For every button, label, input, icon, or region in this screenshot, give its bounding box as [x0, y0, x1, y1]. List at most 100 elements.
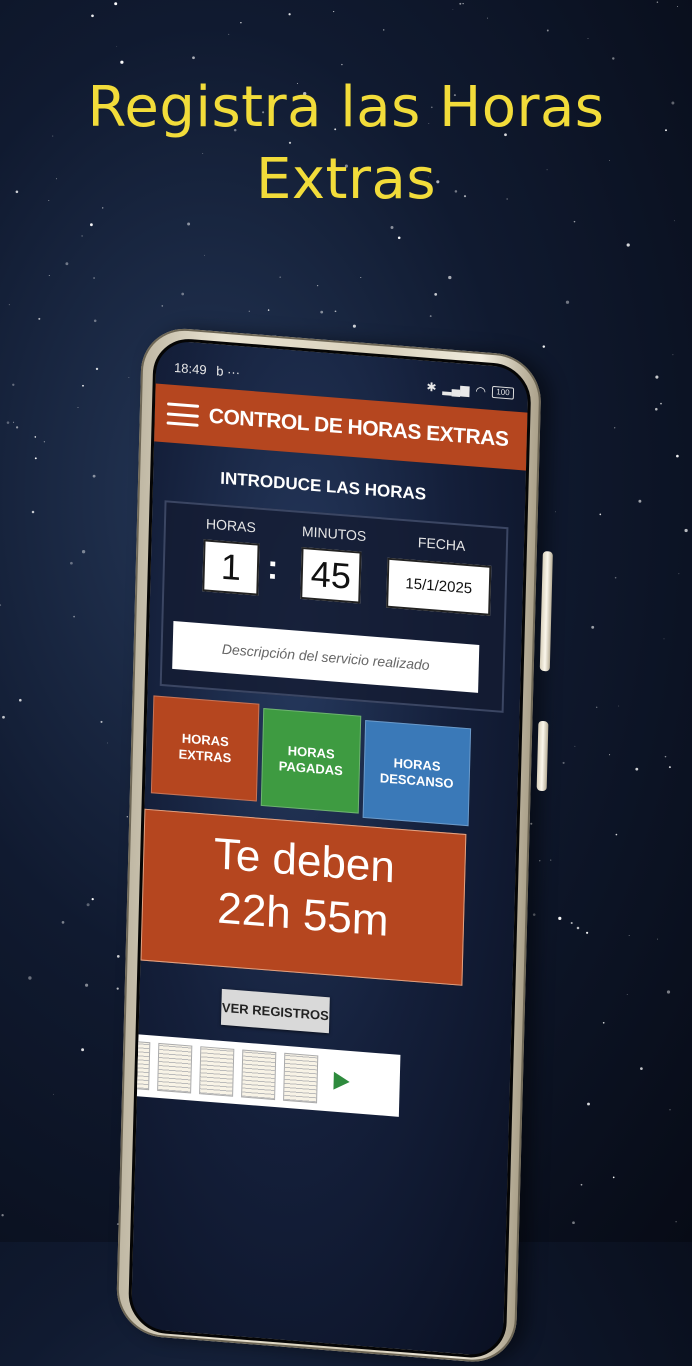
star — [655, 375, 659, 379]
star — [666, 990, 671, 994]
star — [573, 220, 576, 223]
app-title: CONTROL DE HORAS EXTRAS — [208, 404, 509, 452]
ad-play-icon[interactable] — [333, 1071, 350, 1091]
star — [65, 262, 69, 266]
star — [655, 407, 658, 411]
hours-input[interactable]: 1 — [202, 539, 260, 596]
star — [668, 766, 671, 769]
star — [38, 317, 41, 320]
star — [61, 921, 65, 924]
star — [684, 528, 688, 533]
star — [77, 407, 79, 408]
star — [86, 903, 90, 907]
star — [128, 377, 130, 378]
star — [638, 499, 642, 503]
star — [81, 235, 83, 237]
star — [676, 454, 679, 458]
star — [678, 573, 680, 575]
star — [85, 983, 89, 987]
status-notification: b ··· — [216, 362, 241, 380]
ad-banner[interactable] — [127, 1031, 401, 1117]
star — [267, 309, 270, 311]
star — [82, 384, 84, 387]
power-button — [536, 720, 549, 792]
star — [181, 292, 185, 296]
headline-line-2: Extras — [256, 147, 436, 212]
star — [116, 987, 119, 990]
star — [187, 222, 191, 226]
star — [34, 436, 37, 438]
star — [248, 310, 250, 312]
rest-hours-label-2: DESCANSO — [379, 770, 454, 791]
star — [570, 921, 573, 925]
star — [558, 916, 562, 920]
star — [228, 33, 230, 35]
headline-line-1: Registra las Horas — [87, 75, 605, 140]
star — [550, 859, 552, 861]
star — [554, 511, 556, 513]
extra-hours-label-2: EXTRAS — [178, 746, 232, 766]
balance-panel: Te deben 22h 55m — [140, 808, 467, 986]
star — [628, 935, 630, 936]
star — [28, 976, 32, 980]
star — [390, 226, 394, 229]
menu-icon[interactable] — [166, 402, 200, 427]
star — [574, 745, 576, 747]
star — [587, 38, 589, 40]
paid-hours-button[interactable]: HORAS PAGADAS — [260, 708, 362, 814]
star — [429, 315, 432, 318]
extra-hours-button[interactable]: HORAS EXTRAS — [150, 695, 260, 802]
star — [90, 223, 93, 227]
star — [591, 625, 595, 629]
signal-icon: ▂▄▆ — [442, 381, 470, 398]
star — [73, 615, 75, 618]
star — [13, 421, 15, 423]
star — [677, 5, 678, 7]
star — [114, 2, 118, 6]
star — [93, 277, 96, 279]
battery-icon: 100 — [491, 385, 515, 400]
star — [92, 474, 96, 478]
star — [70, 561, 73, 565]
star — [576, 926, 580, 930]
star — [19, 698, 22, 702]
star — [120, 60, 124, 64]
star — [95, 367, 99, 371]
star — [587, 1102, 590, 1106]
star — [333, 11, 335, 13]
star — [565, 300, 570, 304]
wifi-icon: ◠ — [475, 383, 487, 399]
rest-hours-button[interactable]: HORAS DESCANSO — [362, 720, 472, 827]
bluetooth-icon: ✱ — [426, 379, 437, 395]
star — [640, 1067, 643, 1070]
star — [0, 604, 2, 607]
star — [615, 833, 618, 836]
time-input-card: HORAS 1 : MINUTOS 45 FECHA 15/1/2025 Des… — [159, 500, 509, 713]
star — [31, 510, 35, 514]
description-input[interactable]: Descripción del servicio realizado — [172, 620, 480, 693]
star — [663, 638, 665, 640]
star — [34, 457, 37, 460]
star — [352, 324, 356, 328]
star — [595, 706, 598, 709]
star — [609, 754, 611, 756]
time-separator: : — [266, 548, 279, 588]
star — [532, 913, 536, 916]
star — [612, 57, 615, 60]
star — [546, 29, 549, 32]
date-input[interactable]: 15/1/2025 — [386, 557, 492, 616]
star — [12, 383, 15, 386]
star — [539, 860, 541, 862]
star — [8, 304, 10, 306]
star — [657, 938, 658, 940]
star — [93, 319, 97, 323]
star — [91, 897, 94, 901]
star — [487, 17, 488, 19]
star — [542, 345, 546, 348]
view-records-button[interactable]: VER REGISTROS — [220, 988, 330, 1034]
star — [382, 29, 385, 31]
minutes-input[interactable]: 45 — [300, 546, 362, 604]
star — [91, 14, 94, 18]
star — [612, 1176, 615, 1179]
star — [360, 277, 362, 279]
